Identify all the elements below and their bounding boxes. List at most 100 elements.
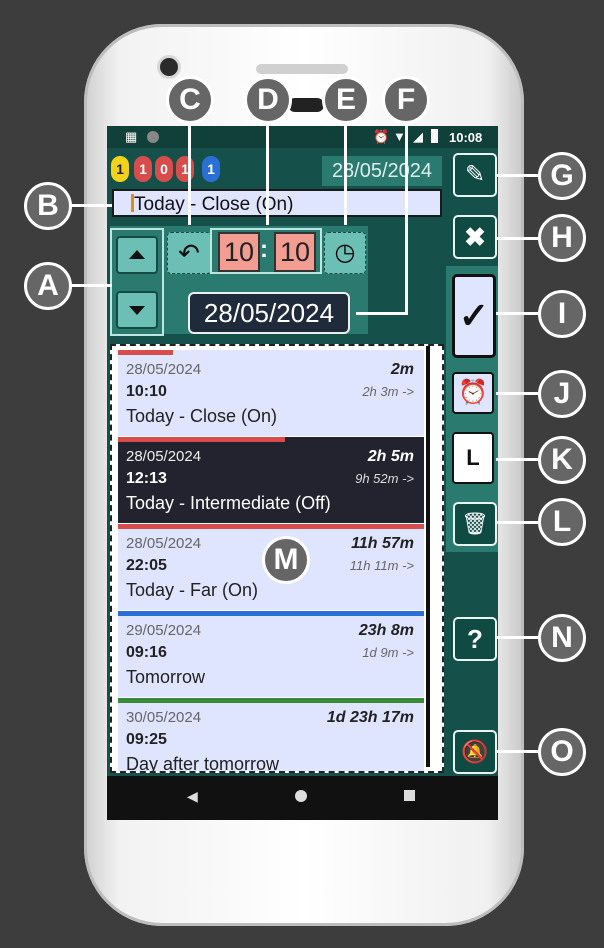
callout-j: J [538, 370, 586, 418]
delete-button[interactable]: 🗑 [453, 502, 497, 546]
callout-line [496, 174, 540, 177]
edit-button[interactable]: ✎ [453, 153, 497, 197]
callout-h: H [538, 214, 586, 262]
callout-k: K [538, 436, 586, 484]
label-button[interactable]: L [452, 432, 494, 484]
callout-line [188, 115, 191, 225]
item-name: Today - Close (On) [126, 406, 278, 426]
undo-icon: ↶ [178, 238, 200, 268]
count-badge-red: 1 [176, 156, 194, 182]
callout-line [496, 237, 540, 240]
time-separator: : [260, 236, 268, 263]
callout-a: A [24, 262, 72, 310]
item-name: Today - Intermediate (Off) [126, 493, 331, 513]
callout-line [356, 312, 406, 315]
date-picker[interactable]: 28/05/2024 [188, 292, 350, 334]
alarm-name-input[interactable]: Today - Close (On) [112, 189, 442, 217]
item-remaining: 2h 5m [367, 448, 414, 465]
callout-line [496, 750, 540, 753]
item-remaining: 11h 57m [351, 535, 414, 552]
item-time: 22:05 [126, 557, 167, 574]
help-button[interactable]: ? [453, 617, 497, 661]
callout-line [70, 284, 112, 287]
item-time: 09:25 [126, 731, 167, 748]
decrement-button[interactable] [116, 291, 158, 329]
item-date: 28/05/2024 [126, 448, 202, 465]
callout-c: C [166, 76, 214, 124]
item-interval: 1d 9m -> [362, 645, 414, 660]
item-time: 10:10 [126, 383, 167, 400]
callout-line [496, 636, 540, 639]
callout-line [266, 115, 269, 225]
item-time: 09:16 [126, 644, 167, 661]
nav-bar: ◀ [107, 776, 498, 820]
callout-n: N [538, 614, 586, 662]
add-time-button[interactable]: ◷ [324, 232, 366, 274]
list-item[interactable]: 30/05/2024 09:25 Day after tomorrow 1d 2… [118, 698, 424, 771]
progress-bar [118, 524, 424, 529]
item-date: 28/05/2024 [126, 361, 202, 378]
recents-icon[interactable] [404, 790, 415, 801]
increment-button[interactable] [116, 236, 158, 274]
clock: 10:08 [449, 130, 483, 145]
item-remaining: 2m [390, 361, 414, 378]
callout-o: O [538, 728, 586, 776]
callout-line [496, 312, 540, 315]
callout-l: L [538, 498, 586, 546]
callout-f: F [382, 76, 430, 124]
progress-bar [118, 437, 285, 442]
list-item[interactable]: 29/05/2024 09:16 Tomorrow 23h 8m 1d 9m -… [118, 611, 424, 697]
confirm-button[interactable]: ✓ [452, 274, 496, 358]
item-interval: 2h 3m -> [362, 384, 414, 399]
callout-m: M [262, 536, 310, 584]
header-date: 28/05/2024 [322, 156, 442, 186]
callout-line [405, 115, 408, 315]
calendar-icon: ▦ [125, 129, 138, 144]
check-icon: ✓ [458, 295, 490, 336]
item-interval: 9h 52m -> [355, 471, 414, 486]
item-name: Tomorrow [126, 667, 206, 687]
count-badge-blue: 1 [202, 156, 220, 182]
mute-button[interactable]: 🔕 [453, 730, 497, 774]
progress-bar [118, 698, 424, 703]
callout-d: D [244, 76, 292, 124]
bell-off-icon: 🔕 [461, 739, 489, 764]
list-item[interactable]: 28/05/2024 10:10 Today - Close (On) 2m 2… [118, 350, 424, 436]
hours-field[interactable]: 10 [218, 232, 260, 272]
text-cursor [131, 194, 134, 212]
item-date: 30/05/2024 [126, 709, 202, 726]
callout-line [496, 392, 540, 395]
earpiece [288, 98, 324, 112]
camera [160, 58, 178, 76]
count-badge-red: 0 [155, 156, 173, 182]
pencil-icon: ✎ [464, 161, 486, 188]
chevron-up-icon [129, 250, 145, 259]
home-icon[interactable] [295, 790, 307, 802]
undo-button[interactable]: ↶ [167, 232, 211, 274]
list-item[interactable]: 28/05/2024 12:13 Today - Intermediate (O… [118, 437, 424, 523]
alarm-button[interactable]: ⏰ [452, 372, 494, 414]
callout-line [70, 204, 112, 207]
callout-line [496, 521, 540, 524]
status-dot-icon [147, 131, 159, 143]
callout-e: E [322, 76, 370, 124]
alarm-status-icon: ⏰ [373, 129, 390, 144]
item-remaining: 1d 23h 17m [326, 709, 414, 726]
callout-g: G [538, 152, 586, 200]
delete-icon: 🗑 [461, 511, 489, 536]
callout-line [344, 115, 347, 225]
back-icon[interactable]: ◀ [187, 788, 198, 805]
item-name: Today - Far (On) [126, 580, 259, 600]
wifi-icon: ▼ [393, 129, 406, 144]
item-date: 28/05/2024 [126, 535, 202, 552]
item-remaining: 23h 8m [358, 622, 414, 639]
minutes-field[interactable]: 10 [274, 232, 316, 272]
item-time: 12:13 [126, 470, 167, 487]
clock-plus-icon: ◷ [334, 239, 356, 266]
scrollbar[interactable] [426, 346, 430, 767]
speaker-grille [256, 64, 348, 74]
alarm-icon: ⏰ [458, 379, 488, 406]
cancel-button[interactable]: ✖ [453, 215, 497, 259]
progress-bar [118, 350, 173, 355]
callout-b: B [24, 182, 72, 230]
